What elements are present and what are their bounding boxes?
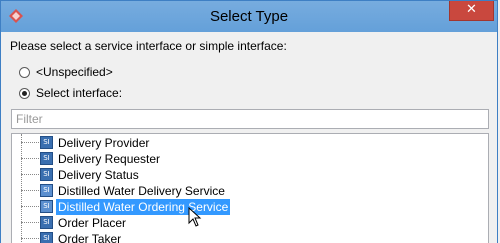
radio-button-unchecked[interactable] (19, 67, 30, 78)
radio-unspecified-label: <Unspecified> (36, 65, 113, 79)
filter-input[interactable] (11, 109, 489, 129)
instruction-label: Please select a service interface or sim… (10, 39, 287, 53)
radio-select-interface-label: Select interface: (36, 86, 123, 100)
service-interface-icon: SI (40, 232, 53, 243)
service-interface-icon: SI (40, 136, 53, 149)
tree-item-label: Distilled Water Ordering Service (56, 199, 231, 215)
tree-branch-line (21, 222, 39, 223)
tree-branch-line (21, 190, 39, 191)
radio-button-checked[interactable] (19, 88, 30, 99)
tree-item-label: Distilled Water Delivery Service (58, 184, 225, 198)
tree-branch-line (21, 142, 39, 143)
dialog-content: Please select a service interface or sim… (8, 32, 490, 243)
tree-connector-line (21, 134, 22, 243)
close-button[interactable]: ✕ (449, 1, 494, 21)
tree-branch-line (21, 238, 39, 239)
service-interface-icon: SI (40, 216, 53, 229)
tree-item-label: Delivery Status (58, 168, 139, 182)
dialog-title: Select Type (209, 8, 289, 25)
radio-dot (22, 91, 27, 96)
tree-branch-line (21, 206, 39, 207)
tree-item-label: Order Taker (58, 232, 122, 243)
tree-item-label: Delivery Requester (58, 152, 161, 166)
tree-item-label: Delivery Provider (58, 136, 150, 150)
service-interface-icon: SI (40, 168, 53, 181)
interface-tree[interactable]: SI Delivery Provider SI Delivery Requester S… (11, 133, 489, 243)
simple-interface-icon: SI (40, 200, 53, 213)
select-type-dialog: Select Type ✕ Please select a service in… (0, 0, 498, 243)
tree-item-label: Order Placer (58, 216, 127, 230)
simple-interface-icon: SI (40, 184, 53, 197)
tree-branch-line (21, 174, 39, 175)
mouse-pointer-icon (188, 207, 202, 227)
service-interface-icon: SI (40, 152, 53, 165)
tree-branch-line (21, 158, 39, 159)
title-bar[interactable]: Select Type ✕ (1, 1, 497, 32)
